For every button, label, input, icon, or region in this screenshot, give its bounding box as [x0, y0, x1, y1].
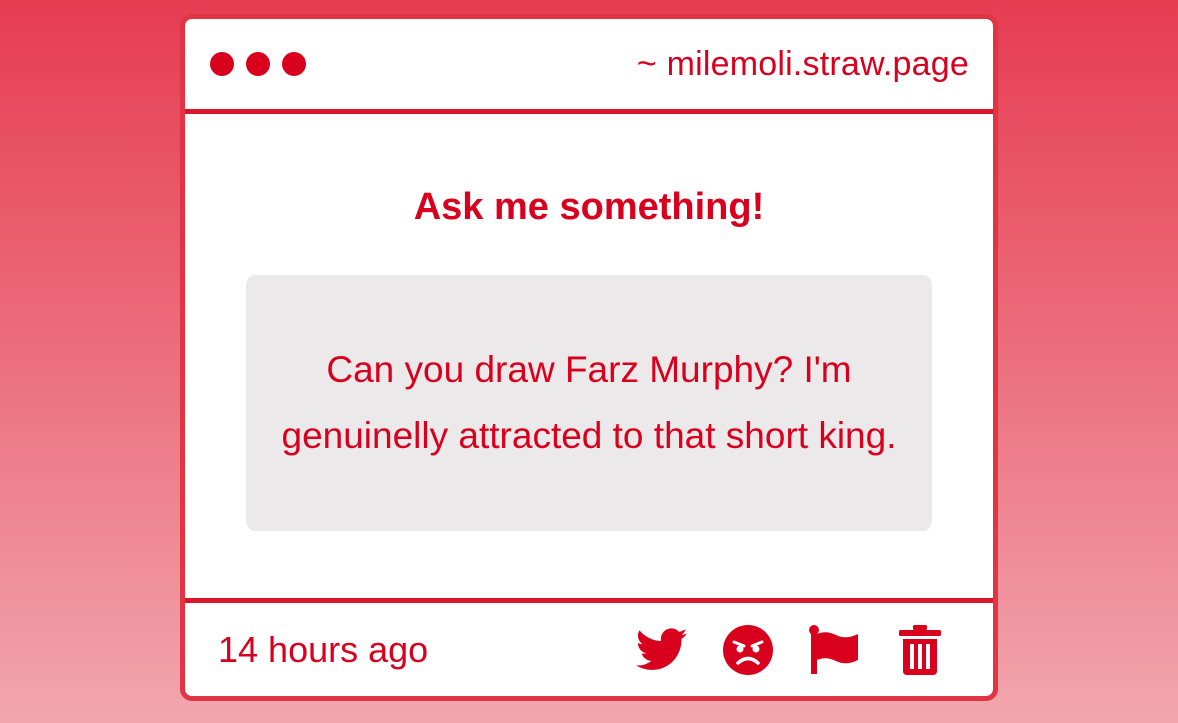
angry-react-button[interactable]: [722, 624, 774, 676]
timestamp: 14 hours ago: [218, 628, 429, 670]
flag-icon: [809, 624, 858, 674]
delete-button[interactable]: [894, 624, 946, 676]
question-box: Can you draw Farz Murphy? I'm genuinelly…: [246, 275, 932, 531]
page-title: Ask me something!: [413, 186, 765, 228]
angry-face-icon: [723, 624, 773, 675]
trash-icon: [899, 624, 941, 675]
card-body: Ask me something! Can you draw Farz Murp…: [185, 114, 993, 594]
action-bar: [636, 624, 946, 676]
report-button[interactable]: [808, 624, 860, 676]
window-dot-3: [282, 52, 306, 76]
site-url: ~ milemoli.straw.page: [636, 44, 969, 83]
twitter-bird-icon: [636, 627, 688, 670]
title-bar: ~ milemoli.straw.page: [185, 19, 993, 114]
card-footer: 14 hours ago: [185, 598, 993, 696]
ask-card-window: ~ milemoli.straw.page Ask me something! …: [180, 14, 998, 701]
twitter-share-button[interactable]: [636, 624, 688, 676]
question-text: Can you draw Farz Murphy? I'm genuinelly…: [281, 349, 897, 456]
window-dot-1: [210, 52, 234, 76]
window-dot-2: [246, 52, 270, 76]
window-dots: [210, 52, 306, 76]
